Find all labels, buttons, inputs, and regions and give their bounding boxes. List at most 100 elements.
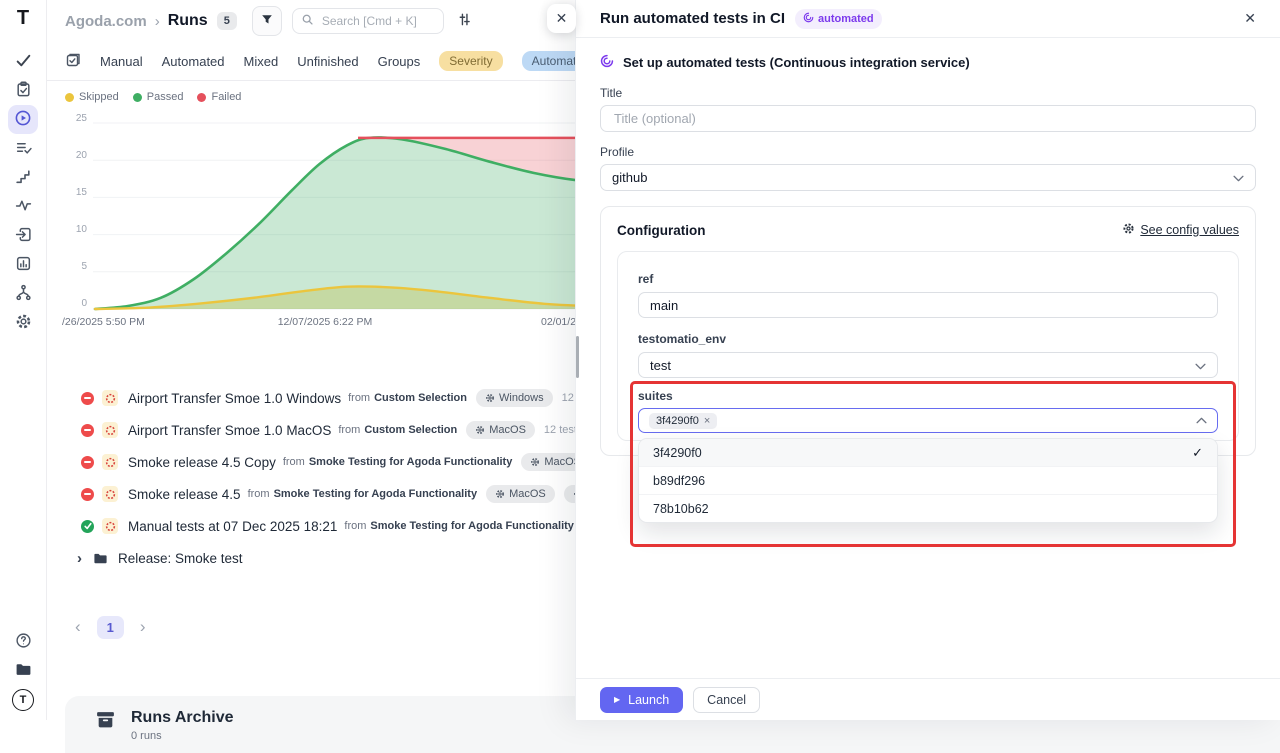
run-title[interactable]: Airport Transfer Smoe 1.0 MacOS <box>128 423 331 438</box>
tab-unfinished[interactable]: Unfinished <box>297 54 358 69</box>
legend-skipped: Skipped <box>65 91 119 103</box>
profile-select[interactable]: github <box>600 164 1256 191</box>
passed-dot-icon <box>133 93 142 102</box>
passed-status-icon <box>81 520 94 533</box>
interrupted-spinner-icon <box>102 486 118 502</box>
dropdown-option[interactable]: 3f4290f0 ✓ <box>639 439 1217 467</box>
funnel-icon <box>260 13 274 30</box>
y-tick: 0 <box>65 298 87 309</box>
left-sidebar: T T <box>0 0 47 720</box>
dropdown-option[interactable]: b89df296 <box>639 467 1217 495</box>
list-check-icon <box>15 139 32 159</box>
chevron-left-icon[interactable]: ‹ <box>75 617 81 637</box>
sidebar-item-settings[interactable] <box>8 308 38 337</box>
run-title[interactable]: Manual tests at 07 Dec 2025 18:21 <box>128 519 337 534</box>
page-number[interactable]: 1 <box>97 616 124 639</box>
sidebar-item-test-plans[interactable] <box>8 76 38 105</box>
chevron-down-icon <box>1195 358 1206 373</box>
runs-count-badge: 5 <box>217 12 237 30</box>
release-group-label[interactable]: Release: Smoke test <box>118 551 243 566</box>
x-tick: 12/07/2025 6:22 PM <box>260 316 390 328</box>
launch-button[interactable]: ▶ Launch <box>600 687 683 713</box>
drawer-title: Run automated tests in CI <box>600 10 785 27</box>
close-icon: ✕ <box>556 10 568 27</box>
env-badge: MacOS <box>486 485 555 503</box>
tab-manual[interactable]: Manual <box>100 54 143 69</box>
breadcrumb-page: Runs <box>168 12 208 30</box>
interrupted-spinner-icon <box>102 454 118 470</box>
cancel-button[interactable]: Cancel <box>693 687 760 713</box>
env-badge: Windows <box>476 389 553 407</box>
tab-mixed[interactable]: Mixed <box>244 54 279 69</box>
interrupted-spinner-icon <box>102 390 118 406</box>
y-tick: 10 <box>65 224 87 235</box>
run-source: Smoke Testing for Agoda Functionality <box>309 456 513 468</box>
suites-dropdown: 3f4290f0 ✓ b89df296 78b10b62 <box>638 438 1218 523</box>
chevron-right-icon[interactable]: › <box>77 550 82 567</box>
drawer-close-button[interactable]: ✕ <box>1244 10 1256 27</box>
failed-status-icon <box>81 392 94 405</box>
automation-swirl-icon <box>803 12 814 26</box>
ref-input[interactable]: main <box>638 292 1218 318</box>
sidebar-item-import[interactable] <box>8 221 38 250</box>
failed-status-icon <box>81 488 94 501</box>
run-source: Smoke Testing for Agoda Functionality <box>274 488 478 500</box>
view-settings-button[interactable] <box>457 12 472 30</box>
run-title[interactable]: Smoke release 4.5 <box>128 487 241 502</box>
env-label: testomatio_env <box>638 332 1218 346</box>
clipboard-check-icon <box>15 81 32 101</box>
sidebar-item-tests[interactable] <box>8 47 38 76</box>
chevron-right-icon[interactable]: › <box>140 617 146 637</box>
projects-button[interactable] <box>8 656 38 685</box>
avatar: T <box>12 689 34 711</box>
archive-subtitle: 0 runs <box>131 730 234 742</box>
tab-groups[interactable]: Groups <box>378 54 421 69</box>
env-select[interactable]: test <box>638 352 1218 378</box>
env-badge: MacOS <box>466 421 535 439</box>
sidebar-item-analytics[interactable] <box>8 192 38 221</box>
chevron-up-icon <box>1196 417 1207 424</box>
title-label: Title <box>600 86 1256 100</box>
run-title[interactable]: Airport Transfer Smoe 1.0 Windows <box>128 391 341 406</box>
filter-button[interactable] <box>252 6 282 36</box>
play-circle-icon <box>14 109 32 130</box>
run-source: Custom Selection <box>364 424 457 436</box>
run-title[interactable]: Smoke release 4.5 Copy <box>128 455 276 470</box>
run-source: Custom Selection <box>374 392 467 404</box>
panel-close-button[interactable]: ✕ <box>547 4 576 33</box>
see-config-values-link[interactable]: See config values <box>1122 222 1239 238</box>
skipped-dot-icon <box>65 93 74 102</box>
help-button[interactable] <box>8 627 38 656</box>
chip-remove-icon[interactable]: × <box>704 415 710 427</box>
profile-button[interactable]: T <box>8 685 38 714</box>
drawer-header: Run automated tests in CI automated ✕ <box>576 0 1280 38</box>
dropdown-option[interactable]: 78b10b62 <box>639 495 1217 522</box>
play-icon: ▶ <box>614 695 620 704</box>
folder-icon <box>15 661 32 681</box>
y-tick: 25 <box>65 113 87 124</box>
sidebar-item-runs[interactable] <box>8 105 38 134</box>
tab-automated[interactable]: Automated <box>162 54 225 69</box>
search-input[interactable] <box>320 13 436 29</box>
breadcrumb-project[interactable]: Agoda.com <box>65 13 147 30</box>
select-runs-icon[interactable] <box>65 52 81 71</box>
legend-passed: Passed <box>133 91 184 103</box>
sidebar-item-steps[interactable] <box>8 163 38 192</box>
sliders-icon <box>457 12 472 30</box>
sidebar-item-checklists[interactable] <box>8 134 38 163</box>
run-ci-drawer: Run automated tests in CI automated ✕ Se… <box>575 0 1280 720</box>
title-input-wrap <box>600 105 1256 132</box>
scrollbar-thumb[interactable] <box>576 336 579 378</box>
sidebar-item-branches[interactable] <box>8 279 38 308</box>
title-input[interactable] <box>612 110 1244 127</box>
search-box <box>292 8 444 34</box>
y-tick: 20 <box>65 150 87 161</box>
x-tick: /26/2025 5:50 PM <box>62 316 145 328</box>
profile-label: Profile <box>600 145 1256 159</box>
suites-multiselect[interactable]: 3f4290f0 × <box>638 408 1218 433</box>
app-logo[interactable]: T <box>17 5 29 31</box>
sidebar-item-reports[interactable] <box>8 250 38 279</box>
tab-severity[interactable]: Severity <box>439 51 502 71</box>
chevron-down-icon <box>1233 170 1244 185</box>
pulse-icon <box>15 197 32 217</box>
